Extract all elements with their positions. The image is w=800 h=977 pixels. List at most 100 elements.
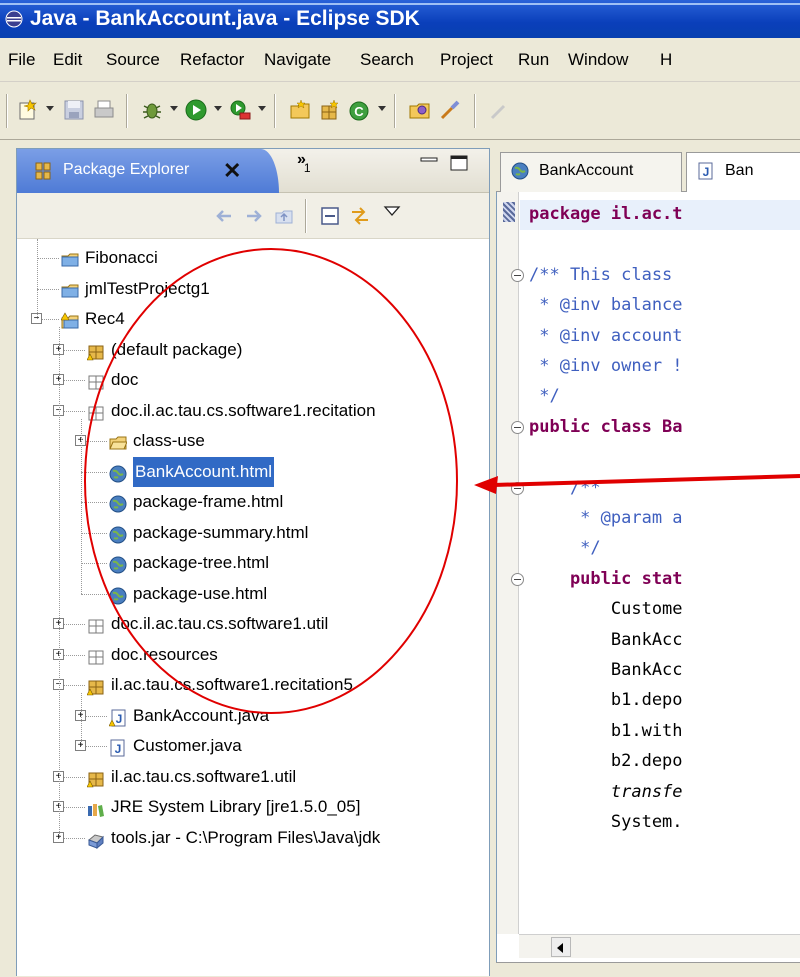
- java-file-icon: J: [109, 737, 127, 757]
- new-class-icon[interactable]: C: [348, 98, 372, 122]
- tree-label: JRE System Library [jre1.5.0_05]: [111, 797, 361, 816]
- link-with-editor-icon[interactable]: [349, 205, 371, 227]
- close-icon[interactable]: ✕: [223, 158, 241, 184]
- tree-label: il.ac.tau.cs.software1.util: [111, 766, 297, 786]
- back-arrow-icon[interactable]: [213, 205, 235, 227]
- forward-arrow-icon[interactable]: [243, 205, 265, 227]
- tab-package-explorer[interactable]: Package Explorer ✕: [17, 149, 279, 193]
- java-editor[interactable]: package il.ac.t /** This class * @inv bal…: [496, 192, 800, 976]
- run-icon[interactable]: [184, 98, 208, 122]
- code-line: */: [529, 386, 560, 407]
- menu-search[interactable]: Search: [360, 50, 414, 70]
- menu-file[interactable]: File: [8, 50, 35, 70]
- window-title: Java - BankAccount.java - Eclipse SDK: [30, 7, 420, 30]
- tree-row[interactable]: + (default package): [17, 335, 489, 365]
- horizontal-scrollbar[interactable]: [519, 934, 800, 958]
- ruler-marker: [503, 202, 515, 222]
- tree-row[interactable]: BankAccount.html: [17, 456, 489, 487]
- view-menu-icon[interactable]: [381, 201, 403, 223]
- menu-run[interactable]: Run: [518, 50, 549, 70]
- tree-label: Rec4: [85, 309, 125, 328]
- menu-source[interactable]: Source: [106, 50, 160, 70]
- debug-dropdown-arrow[interactable]: [170, 106, 178, 111]
- save-icon[interactable]: [62, 98, 86, 122]
- new-java-project-icon[interactable]: [288, 98, 312, 122]
- project-folder-icon: [61, 280, 79, 298]
- package-warning-icon: [86, 341, 105, 360]
- tab-bankaccount-html[interactable]: BankAccount: [500, 152, 682, 192]
- more-views-button[interactable]: »1: [297, 151, 313, 175]
- overview-ruler: [497, 192, 519, 934]
- toolbar-separator: [274, 94, 276, 128]
- tree-row[interactable]: + J BankAccount.java: [17, 701, 489, 731]
- tab-label: BankAccount: [539, 162, 634, 179]
- package-explorer-title: Package Explorer: [63, 161, 190, 178]
- pencil-icon[interactable]: [488, 98, 512, 122]
- code-line: /** This class: [529, 264, 673, 285]
- tree-row[interactable]: package-use.html: [17, 579, 489, 609]
- tree-row[interactable]: package-frame.html: [17, 487, 489, 517]
- html-file-icon: [109, 463, 127, 482]
- fold-collapse-icon[interactable]: [511, 572, 524, 586]
- maximize-icon[interactable]: [449, 154, 469, 172]
- new-wizard-icon[interactable]: [16, 98, 40, 122]
- more-views-count: 1: [303, 161, 311, 175]
- run-dropdown-arrow[interactable]: [214, 106, 222, 111]
- tree-label: doc: [111, 370, 139, 389]
- search-icon[interactable]: [438, 98, 462, 122]
- menu-edit[interactable]: Edit: [53, 50, 82, 70]
- tree-row[interactable]: + JRE System Library [jre1.5.0_05]: [17, 792, 489, 822]
- tree-row[interactable]: package-summary.html: [17, 518, 489, 548]
- tree-row[interactable]: + J Customer.java: [17, 731, 489, 761]
- tree-row[interactable]: − il.ac.tau.cs.software1.recitation5: [17, 670, 489, 700]
- tree-row[interactable]: + doc: [17, 365, 489, 395]
- menu-project[interactable]: Project: [440, 50, 493, 70]
- debug-icon[interactable]: [140, 98, 164, 122]
- collapse-all-icon[interactable]: [319, 205, 341, 227]
- code-line: * @param a: [529, 508, 683, 528]
- new-package-icon[interactable]: [318, 98, 342, 122]
- tree-row[interactable]: package-tree.html: [17, 548, 489, 578]
- print-icon[interactable]: [92, 98, 116, 122]
- tree-row[interactable]: jmlTestProjectg1: [17, 274, 489, 304]
- tree-row[interactable]: + doc.resources: [17, 640, 489, 670]
- tree-row[interactable]: + class-use: [17, 426, 489, 456]
- fold-collapse-icon[interactable]: [511, 268, 524, 282]
- minimize-icon[interactable]: [419, 155, 439, 169]
- fold-collapse-icon[interactable]: [511, 481, 524, 495]
- tree-row[interactable]: + tools.jar - C:\Program Files\Java\jdk: [17, 823, 489, 853]
- package-explorer-view: Package Explorer ✕ »1 Fibonacci jmlTestP…: [16, 148, 490, 976]
- tree-guide: [81, 418, 82, 594]
- up-folder-icon[interactable]: [273, 205, 295, 227]
- menu-help[interactable]: H: [660, 50, 672, 70]
- package-explorer-toolbar: [17, 193, 489, 239]
- menu-navigate[interactable]: Navigate: [264, 50, 331, 70]
- tree-row[interactable]: − Rec4: [17, 304, 489, 334]
- code-line: b1.depo: [529, 690, 683, 711]
- open-type-icon[interactable]: [408, 98, 432, 122]
- tree-label: class-use: [133, 431, 205, 450]
- tree-row[interactable]: + il.ac.tau.cs.software1.util: [17, 762, 489, 792]
- tree-row[interactable]: Fibonacci: [17, 243, 489, 273]
- code-line: * @inv owner !: [529, 356, 683, 376]
- new-class-dropdown-arrow[interactable]: [378, 106, 386, 111]
- fold-collapse-icon[interactable]: [511, 420, 524, 434]
- window-title-bar[interactable]: Java - BankAccount.java - Eclipse SDK: [0, 0, 800, 38]
- code-line: */: [529, 538, 601, 559]
- new-dropdown-arrow[interactable]: [46, 106, 54, 111]
- tree-row[interactable]: + doc.il.ac.tau.cs.software1.util: [17, 609, 489, 639]
- svg-text:C: C: [354, 104, 364, 119]
- tree-label: package-summary.html: [133, 522, 309, 542]
- scroll-left-arrow-icon[interactable]: [551, 937, 571, 957]
- menu-window[interactable]: Window: [568, 50, 628, 70]
- external-tools-dropdown-arrow[interactable]: [258, 106, 266, 111]
- menu-refactor[interactable]: Refactor: [180, 50, 244, 70]
- tree-connector: [81, 502, 107, 503]
- menu-bar: File Edit Source Refactor Navigate Searc…: [0, 38, 800, 82]
- tree-row[interactable]: − doc.il.ac.tau.cs.software1.recitation: [17, 396, 489, 426]
- tab-bankaccount-java[interactable]: J Ban: [686, 152, 800, 192]
- external-tools-icon[interactable]: [228, 98, 252, 122]
- tree-connector: [81, 563, 107, 564]
- html-file-icon: [109, 585, 127, 604]
- project-folder-icon: [61, 249, 79, 267]
